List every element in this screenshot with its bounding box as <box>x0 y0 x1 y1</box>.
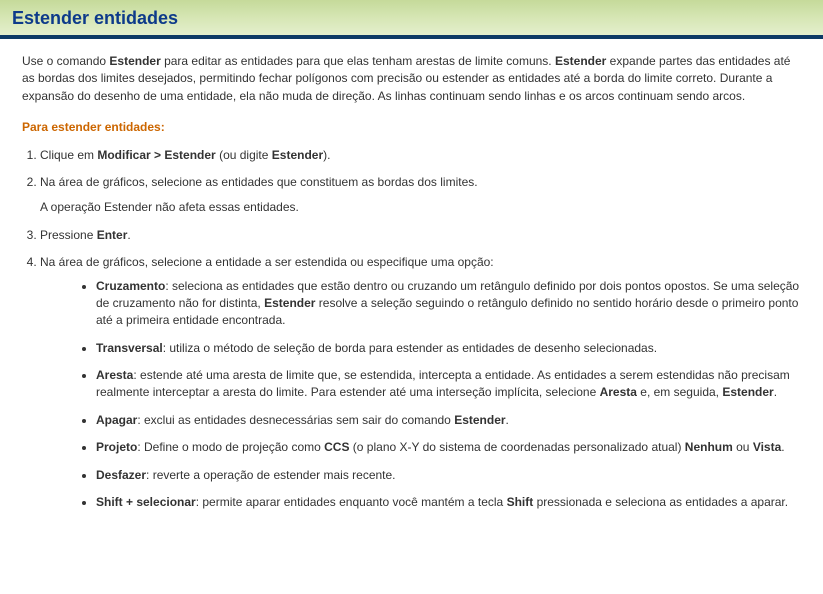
text: Na área de gráficos, selecione a entidad… <box>40 254 801 271</box>
page-header: Estender entidades <box>0 0 823 39</box>
text: ). <box>323 148 330 162</box>
text: Use o comando <box>22 54 109 68</box>
page-title: Estender entidades <box>12 8 811 29</box>
bold-text: Aresta <box>96 368 133 382</box>
bold-text: Estender <box>109 54 160 68</box>
option-desfazer: Desfazer: reverte a operação de estender… <box>96 467 801 484</box>
bold-text: Estender <box>722 385 773 399</box>
text: : permite aparar entidades enquanto você… <box>196 495 507 509</box>
option-aresta: Aresta: estende até uma aresta de limite… <box>96 367 801 402</box>
steps-list: Clique em Modificar > Estender (ou digit… <box>40 147 801 512</box>
text: . <box>774 385 777 399</box>
bold-text: Shift <box>507 495 534 509</box>
bold-text: Transversal <box>96 341 163 355</box>
bold-text: Estender <box>454 413 505 427</box>
text: . <box>781 440 784 454</box>
text: Pressione <box>40 228 97 242</box>
options-list: Cruzamento: seleciona as entidades que e… <box>96 278 801 512</box>
text: : reverte a operação de estender mais re… <box>146 468 395 482</box>
bold-text: Apagar <box>96 413 137 427</box>
bold-text: Nenhum <box>685 440 733 454</box>
bold-text: Vista <box>753 440 781 454</box>
bold-text: Aresta <box>600 385 637 399</box>
bold-text: Estender <box>264 296 315 310</box>
intro-paragraph: Use o comando Estender para editar as en… <box>22 53 801 105</box>
step-2: Na área de gráficos, selecione as entida… <box>40 174 801 217</box>
text: . <box>127 228 130 242</box>
bold-text: CCS <box>324 440 349 454</box>
text: : Define o modo de projeção como <box>137 440 324 454</box>
text: ou <box>733 440 753 454</box>
section-label: Para estender entidades: <box>22 119 801 136</box>
step-3: Pressione Enter. <box>40 227 801 244</box>
text: pressionada e seleciona as entidades a a… <box>533 495 788 509</box>
text: Na área de gráficos, selecione as entida… <box>40 174 801 191</box>
bold-text: Enter <box>97 228 128 242</box>
text: (o plano X-Y do sistema de coordenadas p… <box>349 440 684 454</box>
option-transversal: Transversal: utiliza o método de seleção… <box>96 340 801 357</box>
text: A operação Estender não afeta essas enti… <box>40 199 801 216</box>
option-shift-selecionar: Shift + selecionar: permite aparar entid… <box>96 494 801 511</box>
option-projeto: Projeto: Define o modo de projeção como … <box>96 439 801 456</box>
bold-text: Cruzamento <box>96 279 165 293</box>
text: para editar as entidades para que elas t… <box>161 54 555 68</box>
page-content: Use o comando Estender para editar as en… <box>0 39 823 535</box>
step-4: Na área de gráficos, selecione a entidad… <box>40 254 801 511</box>
bold-text: Estender <box>272 148 323 162</box>
bold-text: Estender <box>555 54 606 68</box>
bold-text: Desfazer <box>96 468 146 482</box>
bold-text: Projeto <box>96 440 137 454</box>
text: : exclui as entidades desnecessárias sem… <box>137 413 454 427</box>
bold-text: Shift + selecionar <box>96 495 196 509</box>
step-1: Clique em Modificar > Estender (ou digit… <box>40 147 801 164</box>
option-apagar: Apagar: exclui as entidades desnecessári… <box>96 412 801 429</box>
bold-text: Modificar > Estender <box>97 148 215 162</box>
text: e, em seguida, <box>637 385 722 399</box>
text: (ou digite <box>216 148 272 162</box>
text: Clique em <box>40 148 97 162</box>
text: . <box>506 413 509 427</box>
option-cruzamento: Cruzamento: seleciona as entidades que e… <box>96 278 801 330</box>
text: : utiliza o método de seleção de borda p… <box>163 341 657 355</box>
